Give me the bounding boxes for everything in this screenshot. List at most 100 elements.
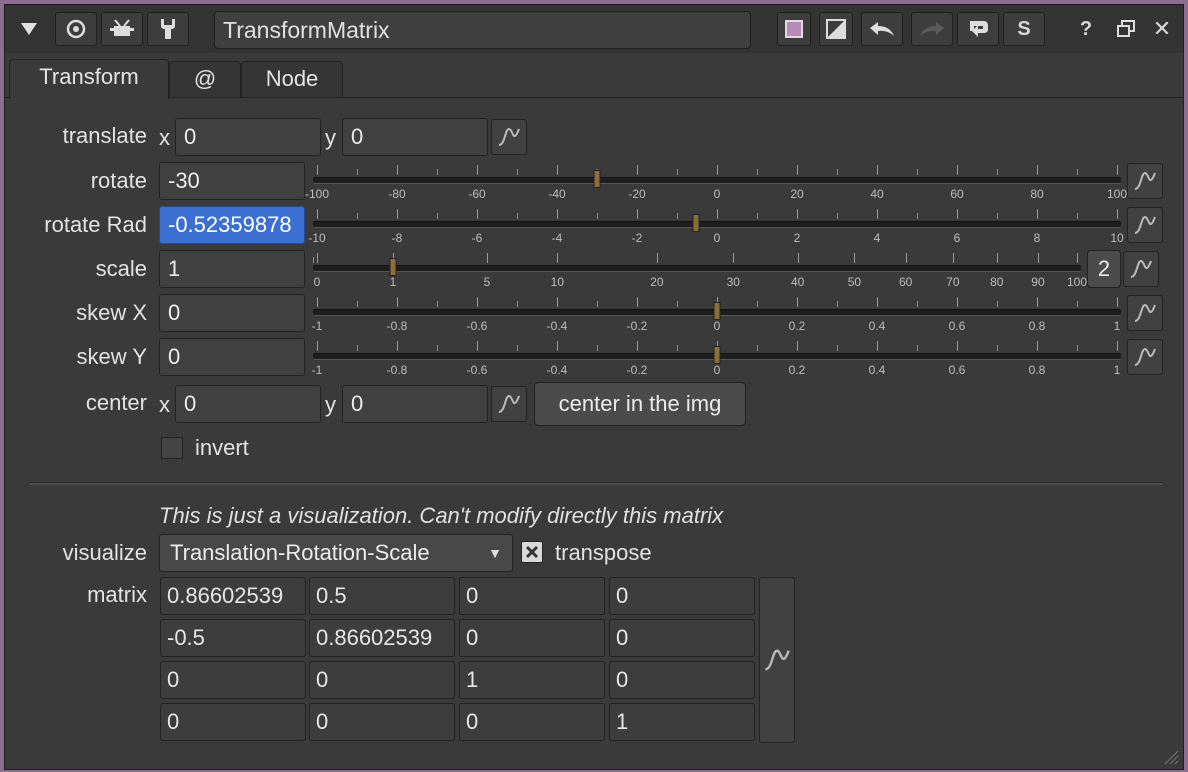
redo-icon[interactable]: [911, 12, 953, 46]
matrix-cell-0-2[interactable]: 0: [459, 577, 605, 615]
slider-tick-label: 0.8: [1028, 319, 1046, 333]
float-window-icon[interactable]: [1109, 12, 1143, 46]
rotate-rad-slider[interactable]: -10 -8 -6 -4 -2 0 2 4 6 8 10: [308, 209, 1124, 249]
title-bar: TransformMatrix S ? ✕: [5, 5, 1183, 53]
slider-handle[interactable]: [593, 170, 601, 188]
slider-major-tick: [957, 209, 958, 219]
matrix-cell-3-3[interactable]: 1: [609, 703, 755, 741]
wrench-icon[interactable]: [147, 12, 189, 46]
slider-minor-tick: [357, 345, 358, 351]
rotate-input[interactable]: -30: [159, 162, 305, 200]
undo-icon[interactable]: [861, 12, 903, 46]
script-icon[interactable]: S: [1003, 12, 1045, 46]
slider-major-tick: [957, 341, 958, 351]
matrix-cell-0-0[interactable]: 0.86602539: [160, 577, 306, 615]
visualize-dropdown[interactable]: Translation-Rotation-Scale ▼: [159, 534, 513, 572]
rotate-curve-icon[interactable]: [1127, 163, 1163, 199]
slider-tick-label: 0: [313, 275, 321, 289]
slider-major-tick: [637, 209, 638, 219]
slider-tick-label: 80: [1030, 187, 1044, 201]
preset-icon[interactable]: [101, 12, 143, 46]
slider-tick-label: 80: [990, 275, 1004, 289]
rotate-slider[interactable]: -100 -80 -60 -40 -20 0 20 40 60 80 100: [305, 165, 1127, 205]
matrix-cell-2-3[interactable]: 0: [609, 661, 755, 699]
slider-minor-tick: [517, 213, 518, 219]
slider-tick-label: 1: [1113, 363, 1121, 377]
slider-tick-label: 0.4: [868, 319, 886, 333]
skew-y-input[interactable]: 0: [159, 338, 305, 376]
tab-transform[interactable]: Transform: [9, 59, 169, 99]
center-curve-icon[interactable]: [491, 386, 527, 422]
slider-major-tick: [854, 253, 856, 263]
slider-major-tick: [1117, 209, 1118, 219]
slider-minor-tick: [357, 213, 358, 219]
help-icon[interactable]: ?: [1069, 12, 1103, 46]
matrix-cell-3-0[interactable]: 0: [160, 703, 306, 741]
matrix-cell-3-1[interactable]: 0: [309, 703, 455, 741]
translate-curve-icon[interactable]: [491, 119, 527, 155]
slider-major-tick: [397, 297, 398, 307]
slider-tick-label: 0.6: [948, 363, 966, 377]
matrix-cell-2-1[interactable]: 0: [309, 661, 455, 699]
transpose-checkbox[interactable]: [521, 541, 543, 563]
matrix-cell-1-3[interactable]: 0: [609, 619, 755, 657]
overlay-color-icon[interactable]: [819, 12, 853, 46]
slider-major-tick: [952, 253, 954, 263]
translate-x-input[interactable]: 0: [175, 118, 321, 156]
matrix-cell-1-0[interactable]: -0.5: [160, 619, 306, 657]
matrix-cell-1-1[interactable]: 0.86602539: [309, 619, 455, 657]
center-y-input[interactable]: 0: [342, 385, 488, 423]
slider-handle[interactable]: [713, 346, 721, 364]
slider-tick-label: 2: [793, 231, 801, 245]
scale-curve-icon[interactable]: [1123, 251, 1159, 287]
slider-track: [313, 177, 1121, 184]
skew-x-slider[interactable]: -1 -0.8 -0.6 -0.4 -0.2 0 0.2 0.4 0.6 0.8 1: [312, 297, 1121, 337]
slider-major-tick: [477, 209, 478, 219]
viewer-center-icon[interactable]: [55, 12, 97, 46]
slider-major-tick: [1117, 297, 1118, 307]
translate-y-input[interactable]: 0: [342, 118, 488, 156]
scale-slider[interactable]: 0 1 5 10 20 30 40 50 60 70 80 90 100: [313, 253, 1087, 293]
slider-handle[interactable]: [692, 214, 700, 232]
revert-icon[interactable]: [957, 12, 999, 46]
skew-x-curve-icon[interactable]: [1127, 295, 1163, 331]
resize-grip-icon[interactable]: [1161, 747, 1179, 765]
center-x-input[interactable]: 0: [175, 385, 321, 423]
rotate-rad-input[interactable]: -0.52359878: [159, 206, 305, 244]
slider-tick-label: -4: [551, 231, 563, 245]
invert-checkbox[interactable]: [161, 437, 183, 459]
slider-minor-tick: [837, 213, 838, 219]
tab-node[interactable]: Node: [241, 61, 343, 97]
slider-tick-label: 20: [650, 275, 664, 289]
skew-x-input[interactable]: 0: [159, 294, 305, 332]
slider-major-tick: [317, 253, 318, 263]
matrix-cell-0-1[interactable]: 0.5: [309, 577, 455, 615]
slider-minor-tick: [313, 257, 314, 263]
slider-handle[interactable]: [389, 258, 397, 276]
matrix-cell-2-0[interactable]: 0: [160, 661, 306, 699]
slider-tick-label: 6: [953, 231, 961, 245]
scale-input[interactable]: 1: [159, 250, 305, 288]
matrix-cell-0-3[interactable]: 0: [609, 577, 755, 615]
matrix-curve-icon[interactable]: [759, 577, 795, 743]
slider-minor-tick: [357, 169, 358, 175]
matrix-cell-3-2[interactable]: 0: [459, 703, 605, 741]
rotate-rad-curve-icon[interactable]: [1127, 207, 1163, 243]
center-in-img-button[interactable]: center in the img: [534, 382, 746, 426]
slider-tick-label: -0.8: [386, 363, 408, 377]
slider-major-tick: [797, 297, 798, 307]
matrix-label: matrix: [87, 582, 147, 607]
skew-y-slider[interactable]: -1 -0.8 -0.6 -0.4 -0.2 0 0.2 0.4 0.6 0.8 1: [312, 341, 1121, 381]
scale-channels-button[interactable]: 2: [1087, 250, 1121, 288]
slider-handle[interactable]: [713, 302, 721, 320]
rotate-label: rotate: [90, 168, 147, 193]
matrix-cell-2-2[interactable]: 1: [459, 661, 605, 699]
close-icon[interactable]: ✕: [1145, 12, 1179, 46]
tab-at[interactable]: @: [169, 61, 241, 97]
matrix-cell-1-2[interactable]: 0: [459, 619, 605, 657]
collapse-triangle-icon[interactable]: [11, 12, 47, 46]
node-color-icon[interactable]: [777, 12, 811, 46]
node-name-field[interactable]: TransformMatrix: [214, 11, 751, 49]
skew-y-curve-icon[interactable]: [1127, 339, 1163, 375]
slider-major-tick: [477, 165, 478, 175]
